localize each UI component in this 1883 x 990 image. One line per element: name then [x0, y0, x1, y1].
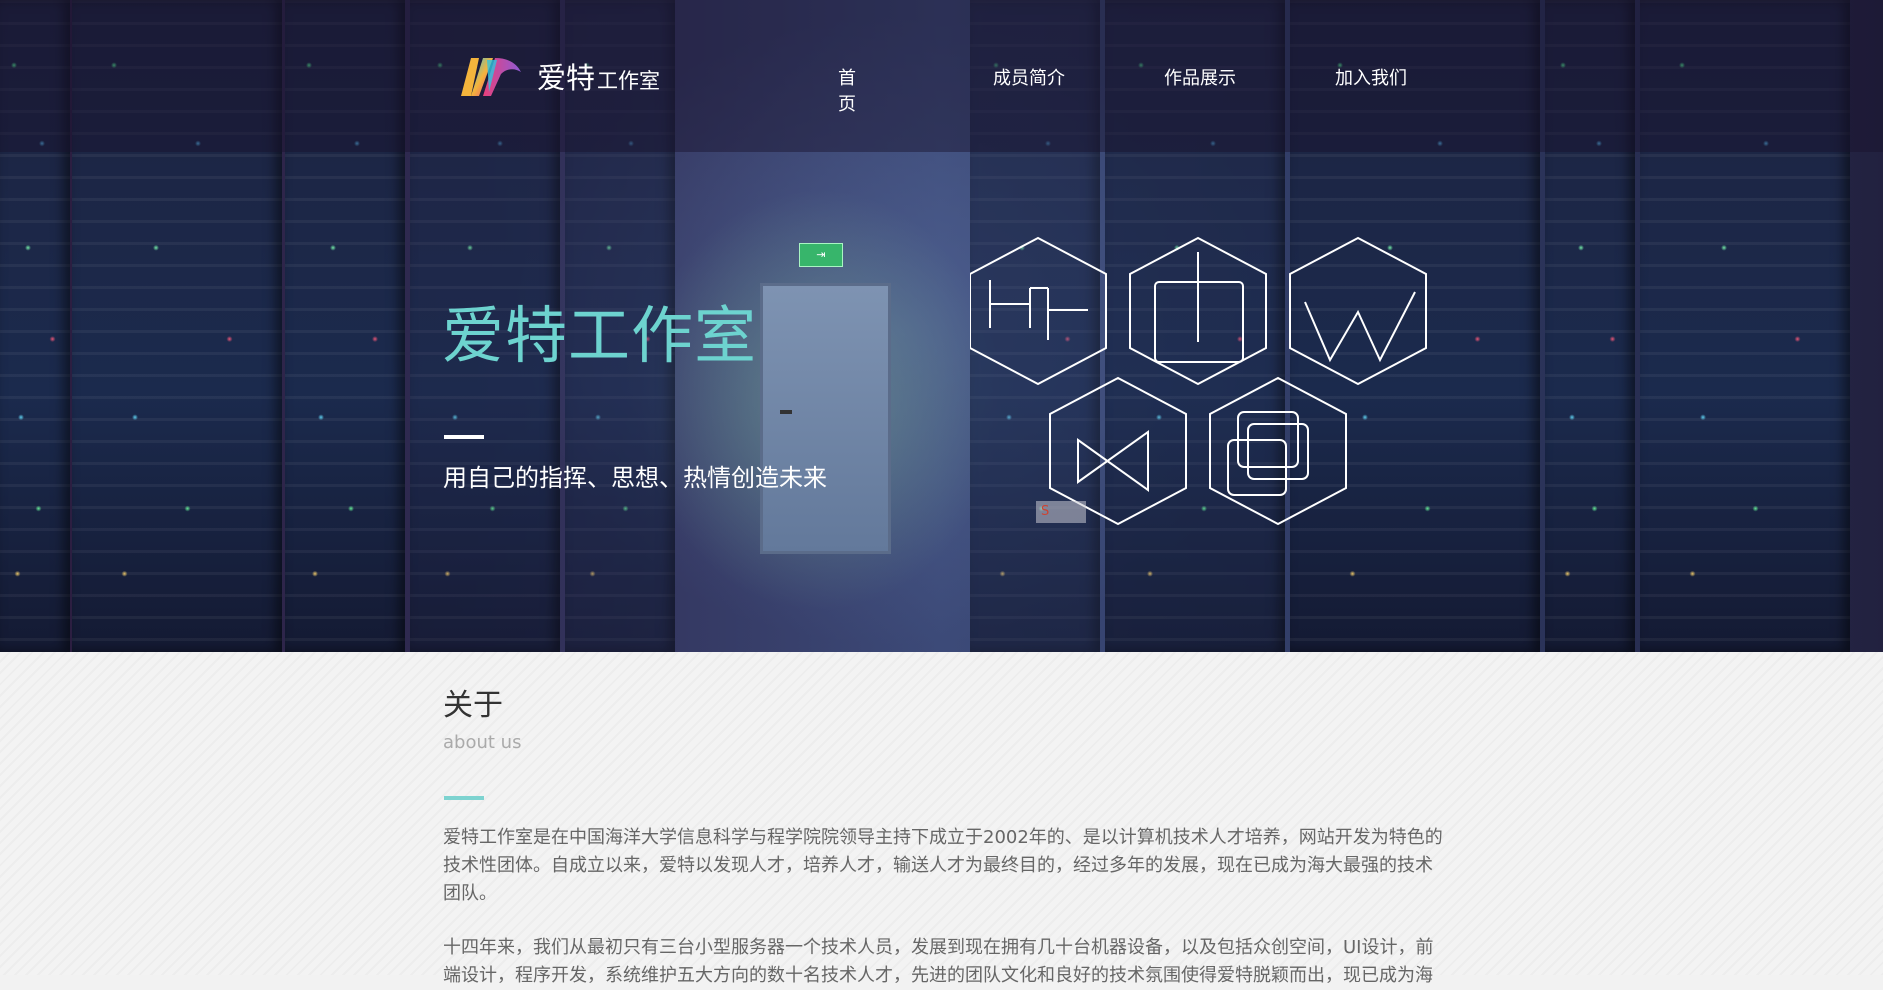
sogou-badge[interactable]: S: [1036, 501, 1086, 523]
nav-item-works[interactable]: 作品展示: [1164, 64, 1236, 90]
hero-banner: ⇥: [0, 0, 1883, 652]
about-title: 关于: [443, 688, 503, 723]
about-paragraph: 爱特工作室是在中国海洋大学信息科学与程学院院领导主持下成立于2002年的、是以计…: [443, 827, 1443, 904]
nav-item-home[interactable]: 首页: [838, 64, 856, 116]
about-divider: [444, 796, 484, 800]
hero-title: 爱特工作室: [442, 299, 758, 372]
nav-item-members[interactable]: 成员简介: [993, 64, 1065, 90]
exit-sign: ⇥: [799, 243, 843, 267]
logo-text: 爱特: [537, 61, 596, 95]
mobile-hex-icon: [1129, 236, 1267, 386]
header-bar: [0, 0, 1883, 152]
w-hex-icon: [1289, 236, 1427, 386]
layers-hex-icon: [1209, 376, 1347, 526]
logo-subtext: 工作室: [597, 69, 661, 93]
nav-item-join[interactable]: 加入我们: [1335, 64, 1407, 90]
logo[interactable]: 爱特 工作室: [457, 52, 660, 100]
logo-icon: [461, 58, 521, 96]
hero-divider: [444, 435, 484, 439]
about-subtitle: about us: [443, 732, 522, 753]
about-section: [0, 652, 1883, 975]
hero-subtitle: 用自己的指挥、思想、热情创造未来: [443, 464, 827, 492]
tech-hex-icons: [970, 236, 1427, 526]
html5-hex-icon: [970, 236, 1107, 386]
about-paragraph: 十四年来，我们从最初只有三台小型服务器一个技术人员，发展到现在拥有几十台机器设备…: [443, 937, 1434, 986]
corridor-door: [760, 283, 891, 554]
